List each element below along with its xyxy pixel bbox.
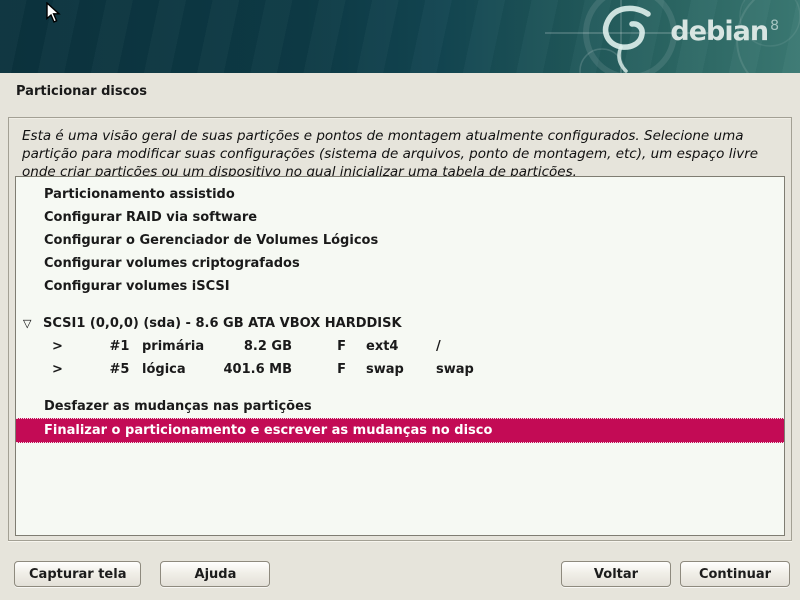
list-item-iscsi-volumes[interactable]: Configurar volumes iSCSI [16, 275, 784, 298]
mouse-cursor-icon [46, 2, 62, 24]
debian-installer-window: { "header": { "brand": "debian", "versio… [0, 0, 800, 600]
partition-overview-description: Esta é uma visão geral de suas partições… [22, 127, 778, 181]
partition-number: #1 [97, 335, 142, 358]
footer-button-bar: Capturar tela Ajuda Voltar Continuar [0, 561, 800, 589]
list-item-lvm[interactable]: Configurar o Gerenciador de Volumes Lógi… [16, 229, 784, 252]
help-button[interactable]: Ajuda [160, 561, 270, 587]
back-button[interactable]: Voltar [561, 561, 671, 587]
partition-marker-icon: > [52, 335, 97, 358]
partition-mountpoint: swap [436, 358, 474, 381]
list-item-encrypted-volumes[interactable]: Configurar volumes criptografados [16, 252, 784, 275]
list-item-undo-changes[interactable]: Desfazer as mudanças nas partições [16, 395, 784, 418]
partition-mountpoint: / [436, 335, 441, 358]
partition-type: primária [142, 335, 222, 358]
list-spacer [16, 298, 784, 312]
list-item-finish-partitioning-selected[interactable]: Finalizar o particionamento e escrever a… [16, 418, 784, 443]
partition-format-flag: F [292, 335, 346, 358]
partition-number: #5 [97, 358, 142, 381]
list-spacer [16, 381, 784, 395]
list-item-disk-sda[interactable]: ▽ SCSI1 (0,0,0) (sda) - 8.6 GB ATA VBOX … [16, 312, 784, 335]
continue-button[interactable]: Continuar [680, 561, 790, 587]
partition-filesystem: ext4 [366, 335, 436, 358]
screenshot-button[interactable]: Capturar tela [14, 561, 141, 587]
partition-filesystem: swap [366, 358, 436, 381]
debian-wordmark: debian8 [670, 16, 778, 47]
partition-list[interactable]: Particionamento assistido Configurar RAI… [15, 176, 785, 536]
list-item-partition-1[interactable]: > #1 primária 8.2 GB F ext4 / [16, 335, 784, 358]
partition-marker-icon: > [52, 358, 97, 381]
partition-format-flag: F [292, 358, 346, 381]
expander-triangle-icon[interactable]: ▽ [23, 312, 43, 335]
content-frame: Esta é uma visão geral de suas partições… [8, 117, 792, 541]
partition-size: 401.6 MB [222, 358, 292, 381]
partition-type: lógica [142, 358, 222, 381]
list-item-partition-5[interactable]: > #5 lógica 401.6 MB F swap swap [16, 358, 784, 381]
brand-version-superscript: 8 [770, 18, 778, 34]
header-banner: debian8 [0, 0, 800, 73]
partition-size: 8.2 GB [222, 335, 292, 358]
list-item-guided-partitioning[interactable]: Particionamento assistido [16, 183, 784, 206]
list-item-software-raid[interactable]: Configurar RAID via software [16, 206, 784, 229]
footer-right-buttons: Voltar Continuar [561, 561, 790, 589]
footer-left-buttons: Capturar tela Ajuda [14, 561, 270, 589]
page-title: Particionar discos [16, 84, 147, 99]
disk-label: SCSI1 (0,0,0) (sda) - 8.6 GB ATA VBOX HA… [43, 312, 402, 335]
brand-name: debian [670, 16, 768, 47]
